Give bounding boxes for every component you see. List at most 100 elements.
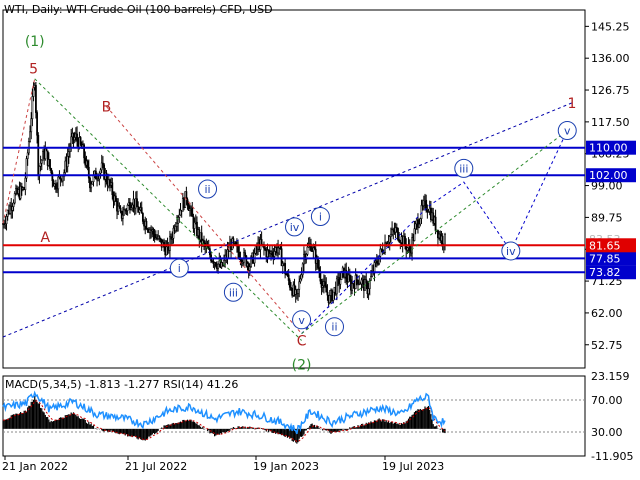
candle-body xyxy=(248,266,251,271)
candle-body xyxy=(141,213,144,222)
candle-body xyxy=(277,247,279,254)
candle-body xyxy=(420,204,423,219)
candle-body xyxy=(176,223,178,227)
candle-body xyxy=(140,207,143,214)
candle-body xyxy=(404,236,406,245)
candle-body xyxy=(348,274,351,281)
wave-label-v: v xyxy=(298,314,305,327)
candle-body xyxy=(67,151,70,157)
candle-body xyxy=(122,214,124,219)
wave-line-1 xyxy=(2,78,36,224)
candle-body xyxy=(300,274,303,280)
y-tick-label: 145.25 xyxy=(591,20,630,33)
candle-body xyxy=(335,278,338,295)
x-tick-label: 21 Jan 2022 xyxy=(2,460,68,473)
wave-label-B: B xyxy=(102,99,112,115)
candle-body xyxy=(214,262,217,267)
level-tag-text: 102.00 xyxy=(589,169,628,182)
candle-body xyxy=(287,274,290,281)
x-tick-label: 19 Jul 2023 xyxy=(382,460,444,473)
trend-channel-line xyxy=(2,102,573,338)
indicator-tick-label: 70.00 xyxy=(591,394,623,407)
candle-body xyxy=(177,217,180,224)
candle-body xyxy=(40,159,43,164)
wave-label-ii: ii xyxy=(331,321,337,334)
candle-body xyxy=(271,251,274,255)
candle-body xyxy=(11,206,14,211)
candle-body xyxy=(434,216,437,231)
candle-body xyxy=(244,252,247,257)
candle-body xyxy=(29,131,31,142)
candle-body xyxy=(36,112,38,136)
candle-body xyxy=(165,246,168,256)
candle-body xyxy=(38,165,41,176)
indicator-tick-label: 23.159 xyxy=(591,370,630,383)
candle-body xyxy=(87,166,90,179)
wave-projection-green xyxy=(301,130,568,334)
candle-body xyxy=(70,136,73,148)
wave-label-i: i xyxy=(319,211,322,224)
wave-label-1: 1 xyxy=(567,96,576,112)
candle-body xyxy=(414,223,417,230)
candle-body xyxy=(13,193,16,204)
candle-body xyxy=(306,246,309,255)
candle-body xyxy=(136,198,138,207)
candle-body xyxy=(299,278,302,283)
indicator-tick-label: -11.905 xyxy=(591,450,633,463)
y-tick-label: 62.00 xyxy=(591,307,623,320)
candle-body xyxy=(99,169,102,174)
candle-body xyxy=(388,236,391,243)
candle-body xyxy=(51,172,54,181)
candle-body xyxy=(367,288,370,295)
candle-body xyxy=(31,96,34,120)
candle-body xyxy=(413,228,416,241)
candle-body xyxy=(178,214,181,218)
candle-body xyxy=(365,279,368,283)
candle-body xyxy=(260,239,263,245)
candle-body xyxy=(26,152,29,159)
candle-body xyxy=(332,291,335,301)
candle-body xyxy=(91,181,94,185)
y-tick-label: 52.75 xyxy=(591,339,623,352)
candle-body xyxy=(370,275,372,281)
candle-body xyxy=(441,235,444,245)
candle-body xyxy=(390,233,392,237)
current-price-text: 81.65 xyxy=(589,239,621,252)
indicator-title: MACD(5,34,5) -1.813 -1.277 RSI(14) 41.26 xyxy=(5,378,238,391)
indicator-tick-label: 30.00 xyxy=(591,426,623,439)
candle-body xyxy=(326,291,329,296)
wave-label-(1): (1) xyxy=(25,34,45,50)
x-tick-label: 21 Jul 2022 xyxy=(125,460,187,473)
candle-body xyxy=(273,251,276,257)
candle-body xyxy=(24,177,27,190)
level-tag-text: 77.85 xyxy=(589,252,621,265)
wave-label-iv: iv xyxy=(506,245,516,258)
wave-label-5: 5 xyxy=(29,62,38,78)
candle-body xyxy=(297,289,299,294)
candle-body xyxy=(90,183,93,189)
candle-body xyxy=(397,228,399,240)
x-tick-label: 19 Jan 2023 xyxy=(253,460,319,473)
candle-body xyxy=(86,160,89,168)
candle-body xyxy=(62,175,64,182)
candle-body xyxy=(126,204,129,211)
wave-line-b-c xyxy=(106,106,302,334)
candle-body xyxy=(32,87,35,97)
candle-body xyxy=(73,137,76,141)
candle-body xyxy=(145,220,148,230)
candle-body xyxy=(119,207,122,212)
candle-body xyxy=(76,133,78,141)
candle-body xyxy=(12,202,15,207)
candle-body xyxy=(290,287,292,290)
candle-body xyxy=(66,156,69,167)
candle-body xyxy=(191,207,194,217)
candle-body xyxy=(138,209,141,213)
candle-body xyxy=(418,223,421,228)
level-tag-text: 110.00 xyxy=(589,142,628,155)
candle-body xyxy=(319,272,322,282)
candle-body xyxy=(131,204,134,209)
candle-body xyxy=(50,168,53,174)
y-tick-label: 136.00 xyxy=(591,52,630,65)
macd-histogram xyxy=(2,396,446,444)
wave-label-(2): (2) xyxy=(292,358,312,374)
